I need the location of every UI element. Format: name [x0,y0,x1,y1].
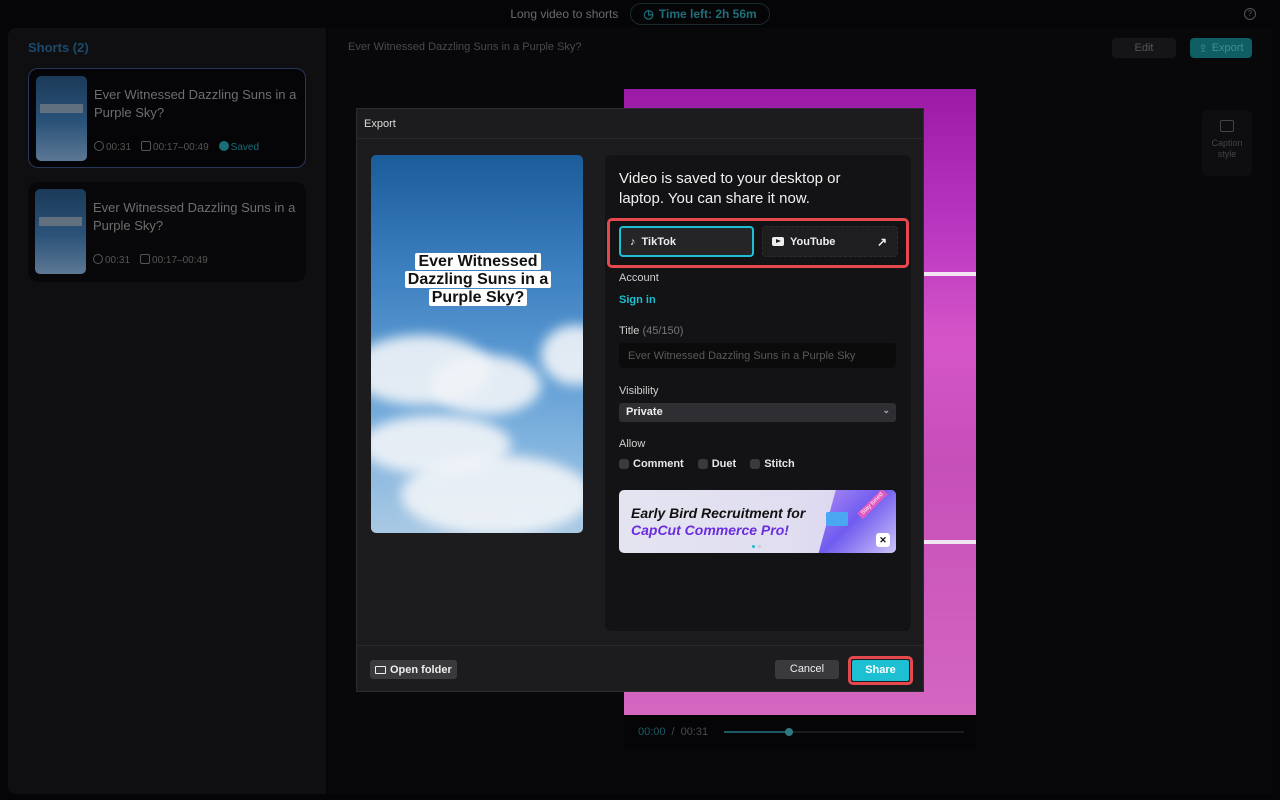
visibility-value: Private [626,406,663,418]
share-highlight: Share [848,656,913,685]
youtube-button[interactable]: YouTube ↗ [762,226,898,257]
duet-checkbox[interactable]: Duet [697,458,736,470]
checkbox-icon [697,459,708,469]
allow-options: Comment Duet Stitch [619,458,795,470]
share-button[interactable]: Share [852,660,909,681]
modal-overlay: Export Ever Witnessed Dazzling Suns in a… [0,0,1280,800]
export-preview: Ever Witnessed Dazzling Suns in a Purple… [371,155,583,533]
carousel-dots[interactable] [752,545,761,548]
sign-in-link[interactable]: Sign in [619,294,656,306]
open-folder-button[interactable]: Open folder [370,660,457,679]
export-dialog: Export Ever Witnessed Dazzling Suns in a… [356,108,924,692]
account-label: Account [619,272,659,284]
capcut-logo-icon: ✕ [876,533,890,547]
folder-icon [375,665,386,674]
dialog-footer: Open folder Cancel Share [357,645,923,691]
share-panel: Video is saved to your desktop or laptop… [605,155,911,631]
external-link-icon: ↗ [876,235,887,249]
platform-selector: ♪ TikTok YouTube ↗ [607,218,909,268]
title-char-count: (45/150) [642,325,684,337]
banner-line2: CapCut Commerce Pro! [631,522,789,538]
banner-line1: Early Bird Recruitment for [631,505,806,521]
visibility-select[interactable]: Private ⌄ [619,403,896,422]
tiktok-label: TikTok [641,235,676,248]
youtube-label: YouTube [790,235,836,248]
checkbox-icon [619,459,629,469]
cart-icon [826,512,848,526]
preview-caption: Ever Witnessed Dazzling Suns in a Purple… [401,253,555,307]
tiktok-button[interactable]: ♪ TikTok [619,226,754,257]
title-label: Title (45/150) [619,325,684,337]
chevron-down-icon: ⌄ [882,405,890,415]
cancel-button[interactable]: Cancel [775,660,839,679]
saved-headline: Video is saved to your desktop or laptop… [619,170,841,207]
title-input[interactable] [619,343,896,368]
stitch-checkbox[interactable]: Stitch [750,458,795,470]
comment-checkbox[interactable]: Comment [619,458,684,470]
tiktok-icon: ♪ [630,235,636,248]
allow-label: Allow [619,438,646,450]
checkbox-icon [750,459,761,469]
promo-banner[interactable]: Early Bird Recruitment for CapCut Commer… [619,490,896,553]
dialog-title: Export [357,109,923,139]
youtube-icon [772,237,784,246]
visibility-label: Visibility [619,385,659,397]
